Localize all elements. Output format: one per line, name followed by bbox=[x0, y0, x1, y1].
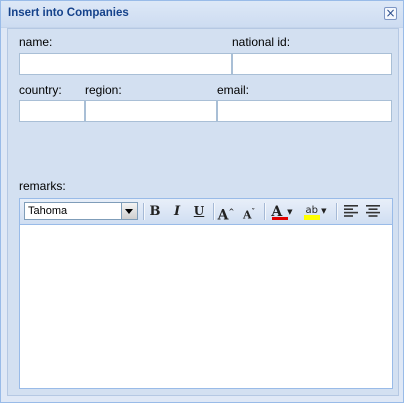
remarks-content[interactable] bbox=[20, 225, 392, 388]
close-icon[interactable]: × bbox=[384, 7, 397, 20]
name-label: name: bbox=[19, 35, 53, 49]
chevron-down-icon: ▼ bbox=[321, 207, 327, 215]
highlight-swatch bbox=[304, 215, 320, 220]
font-family-select[interactable]: Tahoma bbox=[24, 202, 138, 220]
grow-font-icon: A bbox=[217, 207, 229, 224]
align-center-button[interactable] bbox=[364, 203, 382, 220]
shrink-font-button[interactable]: Aˇ bbox=[240, 203, 258, 222]
align-center-icon bbox=[366, 205, 380, 217]
font-color-button[interactable]: A ▼ bbox=[269, 203, 295, 220]
highlight-color-button[interactable]: ab ▼ bbox=[302, 203, 330, 220]
country-label: country: bbox=[19, 83, 62, 97]
national-id-field[interactable] bbox=[232, 53, 392, 75]
caret-up-icon: ^ bbox=[228, 207, 235, 216]
insert-dialog: Insert into Companies × name: national i… bbox=[0, 0, 404, 403]
font-family-value: Tahoma bbox=[28, 205, 68, 217]
editor-toolbar: Tahoma B I U A^ Aˇ A ▼ ab ▼ bbox=[20, 199, 392, 225]
name-field[interactable] bbox=[19, 53, 232, 75]
region-label: region: bbox=[85, 83, 122, 97]
dialog-titlebar[interactable]: Insert into Companies × bbox=[1, 1, 403, 28]
dialog-title: Insert into Companies bbox=[8, 7, 129, 19]
remarks-label: remarks: bbox=[19, 179, 66, 193]
national-id-label: national id: bbox=[232, 35, 291, 49]
toolbar-separator bbox=[336, 203, 338, 220]
toolbar-separator bbox=[264, 203, 266, 220]
shrink-font-icon: A bbox=[242, 208, 252, 222]
font-color-swatch bbox=[272, 217, 288, 220]
form-body: name: national id: country: region: emai… bbox=[7, 28, 399, 396]
underline-button[interactable]: U bbox=[190, 203, 208, 220]
chevron-down-icon: ▼ bbox=[287, 207, 293, 216]
toolbar-separator bbox=[213, 203, 215, 220]
email-field[interactable] bbox=[217, 100, 392, 122]
grow-font-button[interactable]: A^ bbox=[217, 203, 235, 224]
italic-button[interactable]: I bbox=[168, 203, 186, 220]
align-left-button[interactable] bbox=[342, 203, 360, 220]
align-left-icon bbox=[344, 205, 358, 217]
bold-button[interactable]: B bbox=[146, 203, 164, 220]
toolbar-separator bbox=[143, 203, 145, 220]
region-field[interactable] bbox=[85, 100, 217, 122]
chevron-down-icon[interactable] bbox=[121, 203, 137, 219]
highlight-icon: ab bbox=[305, 204, 318, 216]
caret-down-icon: ˇ bbox=[251, 207, 256, 216]
country-field[interactable] bbox=[19, 100, 85, 122]
email-label: email: bbox=[217, 83, 250, 97]
remarks-editor: Tahoma B I U A^ Aˇ A ▼ ab ▼ bbox=[19, 198, 393, 389]
